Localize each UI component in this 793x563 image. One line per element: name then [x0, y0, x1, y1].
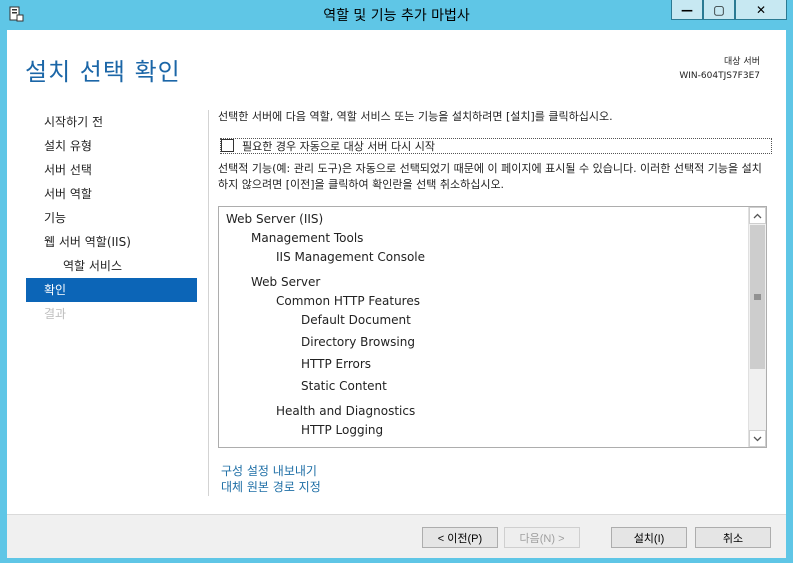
list-item: Directory Browsing — [301, 335, 415, 349]
nav-item-results: 결과 — [44, 307, 67, 321]
list-item: IIS Management Console — [276, 250, 426, 264]
selection-list[interactable]: Web Server (IIS) Management Tools IIS Ma… — [218, 206, 767, 448]
nav-item-server-roles[interactable]: 서버 역할 — [26, 182, 197, 206]
cancel-button[interactable]: 취소 — [695, 527, 771, 548]
scroll-thumb[interactable] — [750, 225, 765, 369]
wizard-body: 설치 선택 확인 대상 서버 WIN-604TJS7F3E7 시작하기 전 설치… — [7, 30, 786, 558]
list-item: Web Server — [251, 275, 321, 289]
close-button[interactable]: ✕ — [735, 0, 787, 20]
divider — [208, 110, 209, 496]
optional-features-note: 선택적 기능(예: 관리 도구)은 자동으로 선택되었기 때문에 이 페이지에 … — [218, 162, 762, 191]
minimize-button[interactable]: — — [671, 0, 703, 20]
chevron-down-icon — [753, 436, 762, 441]
list-item: Health and Diagnostics — [276, 404, 416, 418]
restart-checkbox-label[interactable]: 필요한 경우 자동으로 대상 서버 다시 시작 — [242, 138, 435, 154]
chevron-up-icon — [753, 213, 762, 218]
list-item: Web Server (IIS) — [226, 212, 324, 226]
list-item: HTTP Logging — [301, 423, 384, 437]
nav-item-role-services[interactable]: 역할 서비스 — [26, 254, 197, 278]
previous-button[interactable]: < 이전(P) — [422, 527, 498, 548]
nav-item-web-server-role[interactable]: 웹 서버 역할(IIS) — [26, 230, 197, 254]
page-title: 설치 선택 확인 — [25, 58, 181, 86]
list-item: Management Tools — [251, 231, 364, 245]
wizard-nav: 시작하기 전 설치 유형 서버 선택 서버 역할 기능 웹 서버 역할(IIS)… — [26, 110, 197, 326]
export-config-link[interactable]: 구성 설정 내보내기 — [221, 462, 317, 479]
grip-icon — [754, 294, 761, 300]
maximize-button[interactable]: ▢ — [703, 0, 735, 20]
next-button[interactable]: 다음(N) > — [504, 527, 580, 548]
scroll-down-button[interactable] — [749, 430, 766, 447]
title-bar[interactable]: 역할 및 기능 추가 마법사 — ▢ ✕ — [0, 0, 793, 30]
nav-item-confirmation[interactable]: 확인 — [26, 278, 197, 302]
content-area: 선택한 서버에 다음 역할, 역할 서비스 또는 기능을 설치하려면 [설치]를… — [218, 108, 773, 494]
vertical-scrollbar[interactable] — [748, 207, 766, 447]
list-item: Static Content — [301, 379, 387, 393]
restart-checkbox-row[interactable]: 필요한 경우 자동으로 대상 서버 다시 시작 — [220, 138, 772, 154]
destination-server: 대상 서버 WIN-604TJS7F3E7 — [679, 55, 760, 83]
nav-item-before-you-begin[interactable]: 시작하기 전 — [26, 110, 197, 134]
install-button[interactable]: 설치(I) — [611, 527, 687, 548]
intro-text: 선택한 서버에 다음 역할, 역할 서비스 또는 기능을 설치하려면 [설치]를… — [218, 110, 613, 123]
nav-item-installation-type[interactable]: 설치 유형 — [26, 134, 197, 158]
restart-checkbox[interactable] — [221, 139, 234, 152]
nav-item-server-selection[interactable]: 서버 선택 — [26, 158, 197, 182]
destination-label: 대상 서버 — [724, 57, 760, 67]
alternate-source-link[interactable]: 대체 원본 경로 지정 — [221, 478, 321, 495]
list-item: Common HTTP Features — [276, 294, 420, 308]
list-item: Default Document — [301, 313, 411, 327]
nav-item-features[interactable]: 기능 — [26, 206, 197, 230]
list-item: HTTP Errors — [301, 357, 372, 371]
destination-server-name: WIN-604TJS7F3E7 — [679, 71, 760, 81]
scroll-up-button[interactable] — [749, 207, 766, 224]
wizard-footer: < 이전(P) 다음(N) > 설치(I) 취소 — [7, 514, 786, 558]
